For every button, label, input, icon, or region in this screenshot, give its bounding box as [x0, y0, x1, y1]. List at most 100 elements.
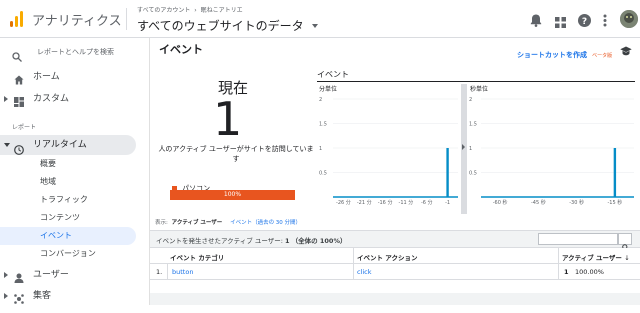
avatar[interactable] — [620, 10, 638, 28]
more-vert-icon[interactable] — [603, 12, 607, 27]
y-tick-label: 0.5 — [319, 171, 327, 177]
x-tick-label: -1 — [445, 200, 450, 206]
sidebar-subitem-overview[interactable]: 概要 — [0, 155, 150, 173]
table-header: イベント カテゴリ イベント アクション アクティブ ユーザー ↓ — [150, 248, 640, 264]
collapse-arrow-icon[interactable] — [4, 143, 10, 147]
bell-icon[interactable] — [530, 12, 542, 27]
expand-arrow-icon[interactable] — [4, 272, 8, 278]
view-selector[interactable]: すべてのウェブサイトのデータ — [137, 15, 318, 34]
sidebar-subitem-events[interactable]: イベント — [0, 227, 136, 245]
col-header-category[interactable]: イベント カテゴリ — [170, 252, 224, 262]
display-label: 表示: — [155, 220, 168, 226]
summary-prefix: イベントを発生させたアクティブ ユーザー: — [156, 237, 283, 245]
create-shortcut-link[interactable]: ショートカットを作成 ベータ版 — [517, 42, 612, 61]
sidebar-item-label: カスタム — [33, 94, 70, 104]
row-index: 1. — [156, 268, 163, 276]
active-user-description: 人のアクティブ ユーザーがサイトを訪問しています — [158, 145, 314, 163]
person-icon — [14, 270, 24, 283]
acquisition-icon — [14, 291, 24, 304]
second-chart: 2 1.5 1 0.5 -60 秒 -45 秒 -30 秒 -15 秒 — [469, 97, 634, 206]
sidebar-item-users[interactable]: ユーザー — [0, 264, 150, 286]
arrow-down-icon: ↓ — [624, 254, 630, 262]
sidebar-item-custom[interactable]: カスタム — [0, 88, 150, 110]
sidebar-subitem-traffic[interactable]: トラフィック — [0, 191, 150, 209]
sidebar: レポートとヘルプを検索 ホーム カスタム レポート リアルタイム 概要 地域 ト… — [0, 38, 150, 305]
filter-row: 表示: アクティブ ユーザー イベント（過去の 30 分間） — [155, 218, 301, 226]
row-divider — [167, 264, 168, 280]
sidebar-subitem-conversions[interactable]: コンバージョン — [0, 245, 150, 263]
breadcrumb-property[interactable]: 眠ねこアトリエ — [201, 7, 243, 14]
col-divider — [558, 248, 559, 264]
search-button[interactable] — [618, 233, 632, 252]
section-label-reports: レポート — [12, 124, 37, 131]
device-bar-track: 100% — [170, 190, 295, 200]
expand-arrow-icon[interactable] — [4, 293, 8, 299]
sidebar-item-home[interactable]: ホーム — [0, 66, 150, 88]
sidebar-subitem-content[interactable]: コンテンツ — [0, 209, 150, 227]
table-search-input[interactable] — [538, 233, 618, 245]
graduation-cap-icon[interactable] — [620, 41, 632, 56]
svg-text:?: ? — [582, 17, 587, 27]
y-tick-label: 2 — [319, 97, 322, 103]
row-divider — [353, 264, 354, 280]
help-icon[interactable]: ? — [578, 12, 591, 27]
y-tick-label: 1.5 — [319, 122, 327, 128]
sidebar-subitem-label: 概要 — [40, 159, 56, 168]
bar — [446, 148, 449, 197]
charts-divider — [317, 81, 635, 82]
event-action-link[interactable]: click — [357, 268, 372, 276]
x-tick-label: -30 秒 — [569, 199, 584, 206]
sidebar-subitem-locations[interactable]: 地域 — [0, 173, 150, 191]
active-users-value: 1 — [564, 268, 569, 276]
home-icon — [14, 72, 24, 85]
second-chart-label: 秒単位 — [470, 86, 489, 93]
table-row: 1. button click 1 100.00% — [150, 264, 640, 280]
dashboard-icon — [14, 94, 24, 107]
breadcrumb[interactable]: すべてのアカウント › 眠ねこアトリエ — [137, 5, 243, 14]
y-tick-label: 1 — [319, 146, 322, 152]
event-category-link[interactable]: button — [172, 268, 193, 276]
x-tick-label: -6 分 — [421, 199, 433, 206]
shortcut-label[interactable]: ショートカットを作成 — [517, 51, 587, 59]
active-user-count: 1 — [213, 92, 243, 146]
caret-down-icon[interactable] — [311, 23, 318, 28]
col-header-action[interactable]: イベント アクション — [357, 252, 417, 262]
splitter-arrow-icon — [462, 144, 465, 150]
clock-icon — [14, 140, 24, 155]
sidebar-item-label: 集客 — [33, 291, 52, 301]
tab-events-30min[interactable]: イベント（過去の 30 分間） — [230, 220, 301, 226]
col-header-label: アクティブ ユーザー — [562, 254, 622, 262]
table-summary-bar: イベントを発生させたアクティブ ユーザー: 1 （全体の 100%） — [150, 230, 640, 252]
minute-chart-label: 分単位 — [319, 86, 338, 93]
breadcrumb-account[interactable]: すべてのアカウント — [137, 7, 190, 14]
second-chart-panel: 秒単位 2 1.5 1 0.5 -60 秒 -45 秒 -30 秒 -15 秒 — [467, 84, 637, 214]
analytics-logo-icon[interactable] — [10, 11, 24, 27]
search-input[interactable]: レポートとヘルプを検索 — [37, 47, 114, 57]
apps-grid-icon[interactable] — [555, 13, 566, 28]
view-title[interactable]: すべてのウェブサイトのデータ — [137, 19, 304, 33]
sidebar-subitem-label: コンテンツ — [40, 213, 80, 222]
minute-chart: 2 1.5 1 0.5 -26 分 -21 分 -16 分 -11 分 -6 分 -1 — [319, 97, 458, 206]
sidebar-subitem-label: イベント — [40, 231, 72, 240]
x-tick-label: -26 分 — [336, 199, 351, 206]
app-name: アナリティクス — [32, 14, 122, 29]
minute-chart-panel: 分単位 2 1.5 1 0.5 -26 分 -21 分 -16 分 -11 分 -6 分 -1 — [317, 84, 461, 214]
main-content: イベント ショートカットを作成 ベータ版 現在 1 人のアクティブ ユーザーがサ… — [150, 38, 640, 305]
sidebar-item-realtime[interactable]: リアルタイム — [0, 135, 136, 155]
breadcrumb-separator: › — [194, 7, 197, 14]
col-divider — [353, 248, 354, 264]
x-tick-label: -21 分 — [357, 199, 372, 206]
x-tick-label: -16 分 — [378, 199, 393, 206]
charts-title: イベント — [317, 70, 349, 79]
col-header-active-users[interactable]: アクティブ ユーザー ↓ — [562, 252, 630, 262]
search-icon[interactable] — [12, 47, 22, 62]
expand-arrow-icon[interactable] — [4, 96, 8, 102]
sidebar-item-acquisition[interactable]: 集客 — [0, 285, 150, 307]
bar — [613, 148, 617, 197]
sidebar-item-label: ユーザー — [33, 270, 69, 280]
sidebar-subitem-label: 地域 — [40, 177, 56, 186]
summary-suffix: （全体の 100%） — [291, 237, 347, 245]
tab-active-users[interactable]: アクティブ ユーザー — [172, 220, 223, 226]
y-tick-label: 0.5 — [469, 171, 477, 177]
top-bar: アナリティクス すべてのアカウント › 眠ねこアトリエ すべてのウェブサイトのデ… — [0, 0, 640, 38]
